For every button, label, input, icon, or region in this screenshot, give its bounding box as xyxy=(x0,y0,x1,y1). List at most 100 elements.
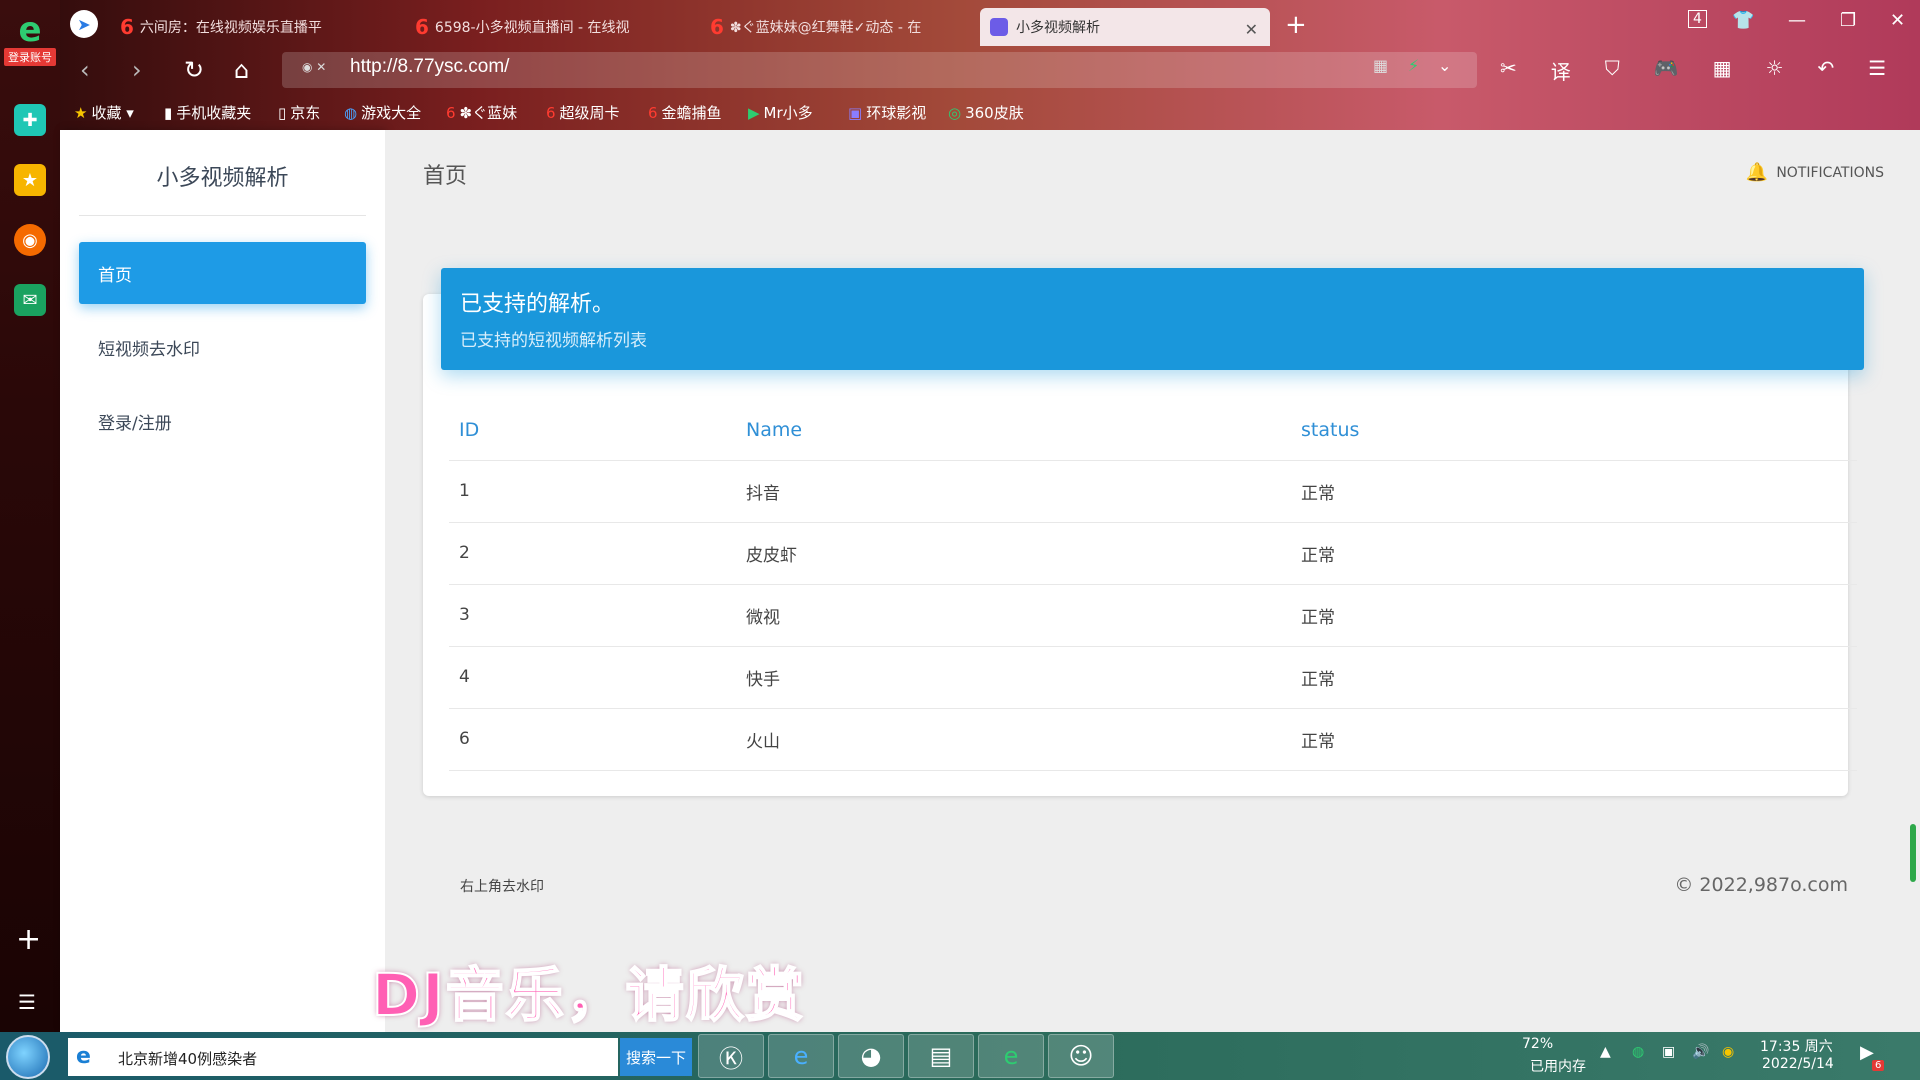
clock-time[interactable]: 17:35 周六 xyxy=(1760,1036,1833,1056)
browser-logo[interactable]: e 登录账号 xyxy=(4,12,56,72)
page-title: 首页 xyxy=(423,164,468,189)
footer-copyright: © 2022,987o.com xyxy=(1674,874,1848,896)
skin-shirt-icon[interactable]: 👕 xyxy=(1732,10,1754,31)
bookmark-huanqiu[interactable]: ▣ 环球影视 xyxy=(848,102,926,123)
six-logo-icon: 6 xyxy=(546,104,556,122)
browser-left-rail: e 登录账号 ✚ ★ ◉ ✉ + ☰ xyxy=(0,0,60,1032)
bookmark-favorites[interactable]: ★ 收藏 ▾ xyxy=(74,102,134,123)
footer-watermark-link[interactable]: 右上角去水印 xyxy=(460,876,544,896)
sidebar-item-login-register[interactable]: 登录/注册 xyxy=(79,390,366,452)
address-row: ‹ › ↻ ⌂ ◉ ✕ http://8.77ysc.com/ ▦ ⚡ ⌄ ✂ … xyxy=(60,46,1920,94)
bookmark-mobile[interactable]: ▮ 手机收藏夹 xyxy=(164,102,251,123)
browser-e-icon[interactable]: e xyxy=(978,1034,1044,1078)
column-header-status: status xyxy=(1291,400,1857,461)
menu-icon[interactable]: ☰ xyxy=(1868,56,1886,85)
cell-name: 火山 xyxy=(736,708,1291,771)
close-window-icon[interactable]: ✕ xyxy=(1890,10,1905,31)
tab-xiaoduo-live[interactable]: 6 6598-小多视频直播间 - 在线视 xyxy=(405,8,705,46)
search-button[interactable]: 搜索一下 xyxy=(620,1038,692,1076)
tab-liujianfang[interactable]: 6 六间房：在线视频娱乐直播平 xyxy=(110,8,410,46)
bookmark-games[interactable]: ◍ 游戏大全 xyxy=(344,102,421,123)
tab-label: 六间房：在线视频娱乐直播平 xyxy=(139,20,322,36)
navigation-compass-icon[interactable]: ➤ xyxy=(70,10,98,38)
minimize-icon[interactable]: — xyxy=(1788,10,1806,31)
star-icon[interactable]: ★ xyxy=(14,164,46,196)
tab-count-badge[interactable]: 4 xyxy=(1688,10,1707,28)
security-tray-icon[interactable]: ◍ xyxy=(1632,1044,1644,1060)
qr-code-icon[interactable]: ▦ xyxy=(1373,56,1388,75)
table-row: 4 快手 正常 xyxy=(449,646,1857,709)
bookmark-jd[interactable]: ▯ 京东 xyxy=(278,102,320,123)
toolbar-icons: ✂ 译 ⛉ 🎮 ▦ ☼ ↶ ☰ xyxy=(1500,56,1886,85)
weibo-icon[interactable]: ◉ xyxy=(14,224,46,256)
main-content: 首页 🔔 NOTIFICATIONS 已支持的解析。 已支持的短视频解析列表 I… xyxy=(385,130,1920,1032)
clock-date[interactable]: 2022/5/14 xyxy=(1762,1056,1834,1072)
undo-icon[interactable]: ↶ xyxy=(1818,56,1835,85)
start-button[interactable] xyxy=(6,1035,50,1079)
sidebar-item-remove-watermark[interactable]: 短视频去水印 xyxy=(79,316,366,378)
card-title: 已支持的解析。 xyxy=(460,292,615,317)
close-tab-icon[interactable]: ✕ xyxy=(1245,20,1258,39)
translate-icon[interactable]: 译 xyxy=(1551,56,1571,85)
bookmark-lanmei[interactable]: 6 ✽ぐ蓝妹 xyxy=(446,102,517,123)
forward-icon[interactable]: › xyxy=(132,56,142,84)
card-header: 已支持的解析。 已支持的短视频解析列表 xyxy=(441,268,1864,370)
scissors-icon[interactable]: ✂ xyxy=(1500,56,1517,85)
notifications-button[interactable]: 🔔 NOTIFICATIONS xyxy=(1746,162,1884,183)
game-icon[interactable]: 🎮 xyxy=(1654,56,1679,85)
new-tab-icon[interactable]: + xyxy=(1285,10,1307,40)
cell-status: 正常 xyxy=(1291,646,1857,709)
ie-browser-icon[interactable]: e xyxy=(768,1034,834,1078)
restore-icon[interactable]: ❐ xyxy=(1840,10,1856,31)
cell-id: 6 xyxy=(449,708,736,771)
memory-percent: 72% xyxy=(1522,1036,1554,1052)
tab-xiaoduo-parse[interactable]: 小多视频解析 ✕ xyxy=(980,8,1270,46)
tab-lanmeimei[interactable]: 6 ✽ぐ蓝妹妹@红舞鞋✓动态 - 在 xyxy=(700,8,1000,46)
sidebar-item-home[interactable]: 首页 xyxy=(79,242,366,304)
six-logo-icon: 6 xyxy=(415,15,429,39)
network-icon[interactable]: ▣ xyxy=(1662,1044,1675,1060)
login-account-badge[interactable]: 登录账号 xyxy=(4,48,56,66)
table-row: 1 抖音 正常 xyxy=(449,460,1857,523)
cell-name: 抖音 xyxy=(736,460,1291,523)
site-info-icon[interactable]: ◉ ✕ xyxy=(302,60,326,74)
notifications-label: NOTIFICATIONS xyxy=(1776,164,1884,181)
play-icon: ▶ xyxy=(748,104,760,122)
shield-icon[interactable]: ⛉ xyxy=(1605,56,1620,85)
color-wheel-icon[interactable]: ◕ xyxy=(838,1034,904,1078)
cell-status: 正常 xyxy=(1291,584,1857,647)
taskbar: e 北京新增40例感染者 搜索一下 Ⓚ e ◕ ▤ e ☺ 72% 已用内存 ▲… xyxy=(0,1032,1920,1080)
bookmark-mrxiaoduo[interactable]: ▶ Mr小多 xyxy=(748,102,813,123)
avatar-app-icon[interactable]: ☺ xyxy=(1048,1034,1114,1078)
list-menu-icon[interactable]: ☰ xyxy=(18,990,36,1014)
taskbar-search-input[interactable]: e 北京新增40例感染者 xyxy=(68,1038,618,1076)
volume-icon[interactable]: 🔊 xyxy=(1692,1044,1709,1060)
bookmark-fishing[interactable]: 6 金蟾捕鱼 xyxy=(648,102,722,123)
add-icon[interactable]: + xyxy=(16,922,41,957)
clover-icon[interactable]: ✚ xyxy=(14,104,46,136)
folder-icon[interactable]: ▤ xyxy=(908,1034,974,1078)
bookmark-weekcard[interactable]: 6 超级周卡 xyxy=(546,102,620,123)
six-logo-icon: 6 xyxy=(710,15,724,39)
scrollbar-thumb[interactable] xyxy=(1910,824,1916,882)
speed-bolt-icon[interactable]: ⚡ xyxy=(1408,56,1419,75)
bell-icon: 🔔 xyxy=(1745,162,1769,183)
update-tray-icon[interactable]: ◉ xyxy=(1722,1044,1734,1060)
tray-expand-icon[interactable]: ▲ xyxy=(1600,1044,1611,1060)
search-text: 北京新增40例感染者 xyxy=(118,1050,258,1068)
chevron-down-icon[interactable]: ⌄ xyxy=(1438,56,1451,75)
brightness-icon[interactable]: ☼ xyxy=(1766,56,1784,85)
brand-title[interactable]: 小多视频解析 xyxy=(60,160,385,192)
url-text[interactable]: http://8.77ysc.com/ xyxy=(350,56,509,78)
cell-name: 快手 xyxy=(736,646,1291,709)
reload-icon[interactable]: ↻ xyxy=(184,56,204,84)
home-icon[interactable]: ⌂ xyxy=(234,56,249,84)
mail-icon[interactable]: ✉ xyxy=(14,284,46,316)
video-caption-overlay: DJ音乐，请欣赏 xyxy=(371,960,806,1030)
phone-icon: ▮ xyxy=(164,104,173,122)
six-logo-icon: 6 xyxy=(446,104,456,122)
grid-icon[interactable]: ▦ xyxy=(1713,56,1732,85)
bookmark-360skin[interactable]: ◎ 360皮肤 xyxy=(948,102,1024,123)
back-icon[interactable]: ‹ xyxy=(80,56,90,84)
k-player-icon[interactable]: Ⓚ xyxy=(698,1034,764,1078)
